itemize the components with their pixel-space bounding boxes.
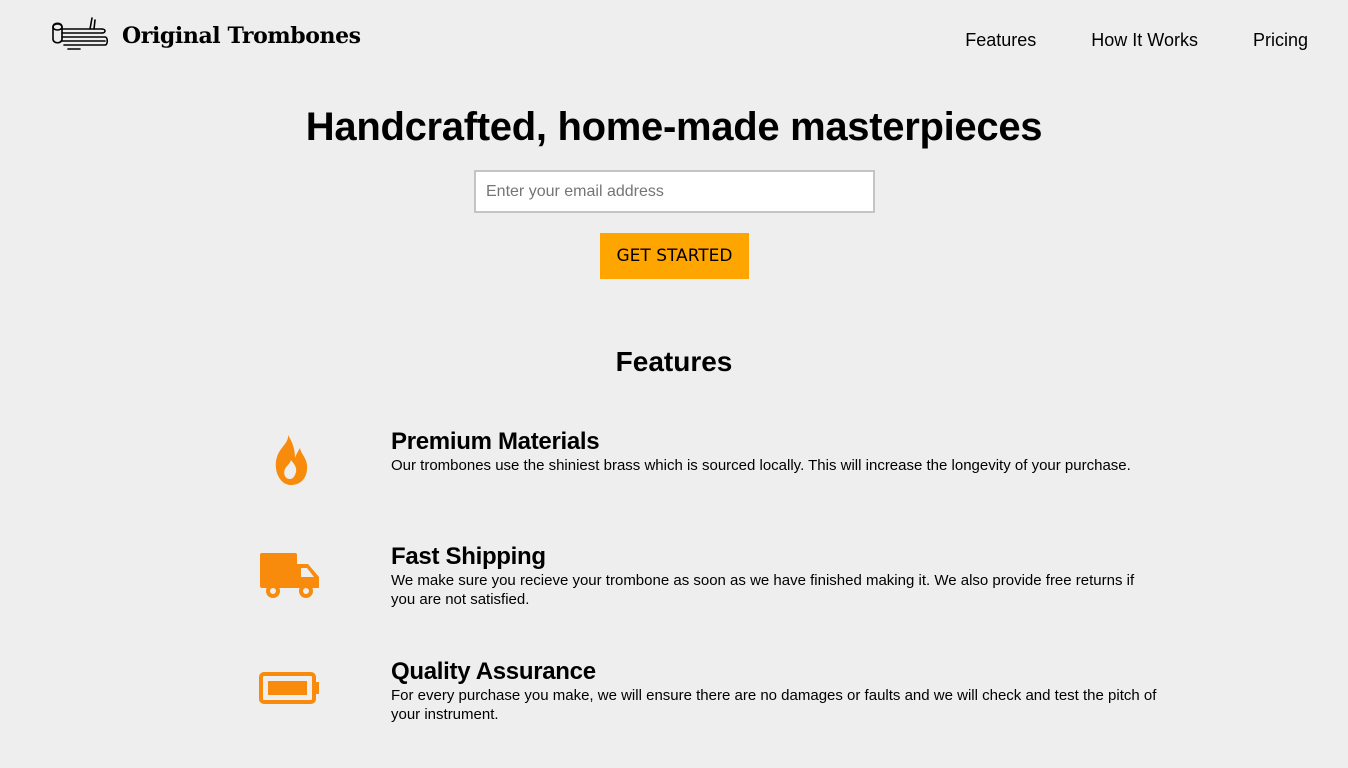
feature-text: Fast Shipping We make sure you recieve y…: [391, 543, 1161, 609]
header: Original Trombones Features How It Works…: [0, 0, 1348, 80]
truck-icon: [260, 553, 319, 598]
nav-link-pricing[interactable]: Pricing: [1253, 28, 1308, 52]
logo[interactable]: Original Trombones: [50, 16, 361, 56]
feature-item: Fast Shipping We make sure you recieve y…: [0, 543, 1348, 643]
email-input[interactable]: [474, 170, 875, 213]
feature-text: Premium Materials Our trombones use the …: [391, 428, 1161, 475]
battery-full-icon: [259, 672, 319, 704]
feature-icon-wrap: [255, 430, 325, 490]
feature-description: Our trombones use the shiniest brass whi…: [391, 457, 1131, 474]
nav-link-features[interactable]: Features: [965, 28, 1036, 52]
get-started-button[interactable]: GET STARTED: [600, 233, 749, 279]
feature-title: Premium Materials: [391, 428, 600, 455]
feature-item: Quality Assurance For every purchase you…: [0, 658, 1348, 758]
feature-item: Premium Materials Our trombones use the …: [0, 428, 1348, 528]
feature-description: For every purchase you make, we will ens…: [391, 687, 1157, 723]
main-nav: Features How It Works Pricing: [910, 28, 1308, 52]
feature-title: Quality Assurance: [391, 658, 596, 685]
hero: Handcrafted, home-made masterpieces GET …: [0, 100, 1348, 279]
feature-text: Quality Assurance For every purchase you…: [391, 658, 1161, 724]
fire-icon: [275, 435, 308, 485]
hero-title: Handcrafted, home-made masterpieces: [305, 105, 1043, 149]
feature-title: Fast Shipping: [391, 543, 546, 570]
feature-description: We make sure you recieve your trombone a…: [391, 572, 1135, 608]
brand-name: Original Trombones: [122, 23, 361, 49]
feature-icon-wrap: [255, 658, 325, 718]
feature-icon-wrap: [255, 543, 325, 603]
features-heading: Features: [615, 346, 733, 377]
trombone-icon: [52, 17, 109, 50]
nav-link-how-it-works[interactable]: How It Works: [1091, 28, 1198, 52]
